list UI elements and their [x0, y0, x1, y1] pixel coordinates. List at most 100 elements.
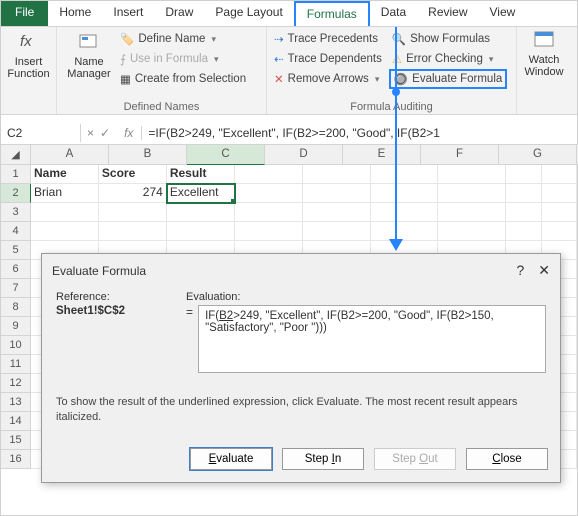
cell-B3[interactable] — [99, 203, 167, 222]
row-header-13[interactable]: 13 — [1, 393, 31, 412]
tab-view[interactable]: View — [479, 1, 527, 26]
name-tag-icon — [78, 31, 100, 54]
row-header-15[interactable]: 15 — [1, 431, 31, 450]
cell-I4[interactable] — [542, 222, 577, 241]
ribbon-tabs: File Home Insert Draw Page Layout Formul… — [1, 1, 577, 27]
cell-G2[interactable] — [438, 184, 506, 203]
cell-G1[interactable] — [438, 165, 506, 184]
column-header-G[interactable]: G — [499, 145, 577, 165]
insert-function-button[interactable]: fx Insert Function — [5, 29, 52, 82]
define-name-button[interactable]: 🏷️Define Name▾ — [117, 29, 249, 49]
evaluate-formula-button[interactable]: 🔘Evaluate Formula — [389, 69, 507, 89]
cell-H4[interactable] — [506, 222, 541, 241]
row-header-16[interactable]: 16 — [1, 450, 31, 469]
row-header-10[interactable]: 10 — [1, 336, 31, 355]
column-header-A[interactable]: A — [31, 145, 109, 165]
watch-window-button[interactable]: Watch Window — [521, 29, 567, 80]
row-header-9[interactable]: 9 — [1, 317, 31, 336]
name-box[interactable]: C2 — [1, 124, 81, 142]
cell-C2[interactable]: Excellent — [167, 184, 235, 203]
cell-F1[interactable] — [371, 165, 439, 184]
cell-A2[interactable]: Brian — [31, 184, 99, 203]
column-header-E[interactable]: E — [343, 145, 421, 165]
row-header-1[interactable]: 1 — [1, 165, 31, 184]
cell-F3[interactable] — [371, 203, 439, 222]
cell-E3[interactable] — [303, 203, 371, 222]
cell-C4[interactable] — [167, 222, 235, 241]
column-header-C[interactable]: C — [187, 145, 265, 165]
evaluation-label: Evaluation: — [186, 291, 546, 303]
watch-window-label: Watch Window — [524, 54, 563, 78]
show-formulas-button[interactable]: 🔍Show Formulas — [389, 29, 507, 49]
cell-C3[interactable] — [167, 203, 235, 222]
fx-label-icon[interactable]: fx — [116, 126, 142, 140]
cell-D3[interactable] — [235, 203, 303, 222]
cell-A1[interactable]: Name — [31, 165, 99, 184]
cell-D2[interactable] — [235, 184, 303, 203]
tab-insert[interactable]: Insert — [102, 1, 154, 26]
tab-page-layout[interactable]: Page Layout — [204, 1, 293, 26]
step-out-button: Step Out — [374, 448, 456, 470]
cell-H3[interactable] — [506, 203, 541, 222]
cell-B4[interactable] — [99, 222, 167, 241]
tab-review[interactable]: Review — [417, 1, 478, 26]
tab-data[interactable]: Data — [370, 1, 417, 26]
row-header-8[interactable]: 8 — [1, 298, 31, 317]
row-header-2[interactable]: 2 — [1, 184, 31, 203]
tab-file[interactable]: File — [1, 1, 48, 26]
cell-E1[interactable] — [303, 165, 371, 184]
cell-H1[interactable] — [506, 165, 541, 184]
row-header-14[interactable]: 14 — [1, 412, 31, 431]
help-icon[interactable]: ? — [516, 262, 524, 279]
step-in-button[interactable]: Step In — [282, 448, 364, 470]
row-header-11[interactable]: 11 — [1, 355, 31, 374]
evaluate-formula-dialog: Evaluate Formula ? ✕ Reference: Sheet1!$… — [41, 253, 561, 483]
select-all-corner[interactable]: ◢ — [1, 145, 31, 165]
column-header-B[interactable]: B — [109, 145, 187, 165]
row-header-4[interactable]: 4 — [1, 222, 31, 241]
enter-edit-icon[interactable]: ✓ — [100, 126, 110, 140]
cell-I1[interactable] — [542, 165, 577, 184]
close-icon[interactable]: ✕ — [538, 262, 550, 279]
cell-C1[interactable]: Result — [167, 165, 235, 184]
row-header-12[interactable]: 12 — [1, 374, 31, 393]
formula-input[interactable]: =IF(B2>249, "Excellent", IF(B2>=200, "Go… — [142, 124, 577, 142]
trace-dependents-button[interactable]: ⇠Trace Dependents — [271, 49, 385, 69]
error-checking-button[interactable]: ⚠Error Checking▾ — [389, 49, 507, 69]
row-header-6[interactable]: 6 — [1, 260, 31, 279]
column-header-F[interactable]: F — [421, 145, 499, 165]
name-manager-button[interactable]: Name Manager — [61, 29, 117, 89]
svg-text:fx: fx — [20, 33, 32, 50]
cell-I2[interactable] — [542, 184, 577, 203]
close-button[interactable]: Close — [466, 448, 548, 470]
tab-draw[interactable]: Draw — [154, 1, 204, 26]
cell-H2[interactable] — [506, 184, 541, 203]
row-header-3[interactable]: 3 — [1, 203, 31, 222]
cell-F2[interactable] — [371, 184, 439, 203]
tab-formulas[interactable]: Formulas — [294, 1, 370, 26]
cell-I3[interactable] — [542, 203, 577, 222]
column-header-D[interactable]: D — [265, 145, 343, 165]
cell-D1[interactable] — [235, 165, 303, 184]
cell-A4[interactable] — [31, 222, 99, 241]
tab-home[interactable]: Home — [48, 1, 102, 26]
dropdown-icon: ▾ — [375, 74, 380, 85]
cell-E2[interactable] — [303, 184, 371, 203]
cell-E4[interactable] — [303, 222, 371, 241]
trace-precedents-button[interactable]: ⇢Trace Precedents — [271, 29, 385, 49]
cell-B1[interactable]: Score — [99, 165, 167, 184]
remove-arrows-button[interactable]: ✕Remove Arrows▾ — [271, 69, 385, 89]
row-header-5[interactable]: 5 — [1, 241, 31, 260]
evaluation-box[interactable]: IF(B2>249, "Excellent", IF(B2>=200, "Goo… — [198, 305, 546, 373]
cell-F4[interactable] — [371, 222, 439, 241]
watch-window-icon — [534, 31, 554, 52]
cancel-edit-icon[interactable]: × — [87, 126, 94, 140]
row-header-7[interactable]: 7 — [1, 279, 31, 298]
cell-B2[interactable]: 274 — [99, 184, 167, 203]
create-from-selection-button[interactable]: ▦Create from Selection — [117, 69, 249, 89]
cell-A3[interactable] — [31, 203, 99, 222]
cell-G3[interactable] — [438, 203, 506, 222]
evaluate-button[interactable]: Evaluate — [190, 448, 272, 470]
cell-D4[interactable] — [235, 222, 303, 241]
cell-G4[interactable] — [438, 222, 506, 241]
